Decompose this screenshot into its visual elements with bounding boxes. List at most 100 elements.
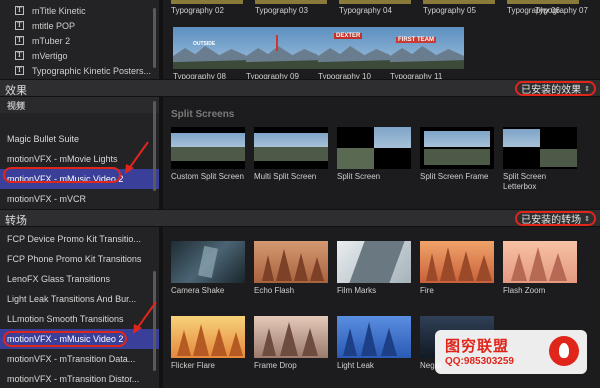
thumbnail-label: Fire [420, 286, 434, 295]
effect-thumbnail[interactable]: Split Screen Frame [420, 127, 494, 182]
thumbnail-image [171, 316, 245, 358]
title-thumbnail[interactable]: DEXTER Typography 10 [318, 27, 392, 80]
transition-thumbnail[interactable]: Flash Zoom [503, 241, 577, 296]
thumbnail-label: Multi Split Screen [254, 172, 317, 181]
thumbnail-label: Split Screen [337, 172, 381, 181]
thumbnail-top-edge [339, 0, 411, 4]
title-icon: T [15, 36, 24, 45]
titles-list-item[interactable]: T Typographic Kinetic Posters... [0, 63, 159, 78]
annotation-arrow-icon [125, 141, 149, 174]
installed-effects-label: 已安装的效果 [521, 85, 582, 96]
transition-thumbnail[interactable]: Light Leak [337, 316, 411, 371]
thumbnail-overlay-graphic [276, 35, 290, 51]
installed-transitions-label: 已安装的转场 [521, 215, 582, 226]
thumbnail-image: FIRST TEAM [390, 27, 464, 69]
thumbnail-image [337, 127, 411, 169]
thumbnail-image [246, 27, 320, 69]
effects-category-item[interactable]: motionVFX - mVCR [0, 189, 159, 209]
transition-thumbnail[interactable]: Frame Drop [254, 316, 328, 371]
installed-effects-dropdown[interactable]: 已安装的效果 ⇕ [515, 81, 596, 96]
transition-thumbnail[interactable]: Film Marks [337, 241, 411, 296]
split-panel [171, 133, 245, 147]
titles-list-item[interactable]: TmVertigo [0, 48, 159, 63]
thumbnail-image [254, 127, 328, 169]
title-thumbnail[interactable]: Typography 09 [246, 27, 320, 80]
thumbnail-label: Typography 07 [535, 6, 588, 15]
thumbnail-top-edge [423, 0, 495, 4]
transitions-category-item[interactable]: motionVFX - mTransition Data... [0, 349, 159, 369]
thumbnail-label: Flicker Flare [171, 361, 216, 370]
flame-icon [559, 343, 569, 358]
thumbnail-label: Frame Drop [254, 361, 297, 370]
effects-section-title: 效果 [5, 85, 27, 97]
titles-list-item-label: mtitle POP [32, 20, 76, 31]
split-panel [171, 147, 245, 161]
watermark-logo-icon [549, 336, 579, 366]
annotation-arrow-icon [133, 301, 157, 334]
title-icon: T [15, 51, 24, 60]
transition-thumbnail[interactable]: Flicker Flare [171, 316, 245, 371]
titles-list-item-label: mTitle Kinetic [32, 5, 86, 16]
thumbnail-image [254, 241, 328, 283]
effect-thumbnail[interactable]: Split Screen [337, 127, 411, 182]
thumbnail-image [420, 241, 494, 283]
thumbnail-top-edge [507, 0, 579, 4]
thumbnail-label: Typography 05 [423, 6, 476, 15]
transitions-category-item[interactable]: FCP Phone Promo Kit Transitions [0, 249, 159, 269]
thumbnail-figure [198, 245, 218, 279]
title-icon: T [15, 6, 24, 15]
effect-thumbnail[interactable]: Split Screen Letterbox [503, 127, 577, 192]
thumbnail-image: OUTSIDE [173, 27, 247, 69]
effects-list-scrollbar[interactable] [153, 101, 156, 191]
title-icon: T [15, 21, 24, 30]
thumbnail-label: Light Leak [337, 361, 374, 370]
effects-section-bar: 效果 已安装的效果 ⇕ [0, 79, 600, 97]
title-icon: T [15, 66, 24, 75]
thumbnail-image [337, 241, 411, 283]
title-thumbnail[interactable]: OUTSIDE Typography 08 [173, 27, 247, 80]
thumbnail-label: Flash Zoom [503, 286, 546, 295]
effect-thumbnail[interactable]: Custom Split Screen [171, 127, 245, 182]
transitions-category-item[interactable]: motionVFX - mTransition Distor... [0, 369, 159, 388]
transition-thumbnail[interactable]: Echo Flash [254, 241, 328, 296]
thumbnail-label: Split Screen Frame [420, 172, 489, 181]
split-panel [374, 127, 411, 148]
titles-list-item-label: mTuber 2 [32, 35, 71, 46]
transitions-section-bar: 转场 已安装的转场 ⇕ [0, 209, 600, 227]
titles-list-item[interactable]: Tmtitle POP [0, 18, 159, 33]
thumbnail-top-edge [171, 0, 243, 4]
thumbnail-top-edge [255, 0, 327, 4]
thumbnail-label: Camera Shake [171, 286, 225, 295]
thumbnail-image: DEXTER [318, 27, 392, 69]
split-panel [254, 147, 328, 161]
installed-transitions-dropdown[interactable]: 已安装的转场 ⇕ [515, 211, 596, 226]
transition-thumbnail[interactable]: Fire [420, 241, 494, 296]
split-panel [337, 148, 374, 169]
thumbnail-label: Split Screen Letterbox [503, 172, 547, 191]
titles-list: TmTitle Kinetic Tmtitle POP TmTuber 2 Tm… [0, 0, 159, 80]
thumbnail-image [171, 127, 245, 169]
thumbnail-label: Echo Flash [254, 286, 295, 295]
thumbnail-figure [349, 241, 405, 283]
transitions-category-item[interactable]: LenoFX Glass Transitions [0, 269, 159, 289]
effects-thumbnail-grid: Split Screens Custom Split Screen Multi … [163, 97, 600, 209]
thumbnail-overlay-text: FIRST TEAM [396, 37, 436, 43]
titles-list-item-label: Typographic Kinetic Posters... [32, 65, 152, 76]
transitions-category-item[interactable]: FCP Device Promo Kit Transitio... [0, 229, 159, 249]
effects-category-header: 视频 [0, 97, 159, 113]
split-panel [540, 149, 577, 167]
thumbnail-image [420, 127, 494, 169]
titles-list-scrollbar[interactable] [153, 8, 156, 68]
selection-highlight-ring [3, 331, 127, 347]
title-thumbnail[interactable]: FIRST TEAM Typography 11 [390, 27, 464, 80]
transition-thumbnail[interactable]: Camera Shake [171, 241, 245, 296]
thumbnail-overlay-text: OUTSIDE [193, 41, 216, 47]
thumbnail-label: Custom Split Screen [171, 172, 244, 181]
chevron-updown-icon: ⇕ [584, 215, 590, 223]
watermark-qq: QQ:985303259 [445, 356, 514, 367]
effect-thumbnail[interactable]: Multi Split Screen [254, 127, 328, 182]
thumbnail-image [254, 316, 328, 358]
selection-highlight-ring [3, 167, 121, 183]
titles-list-item[interactable]: TmTuber 2 [0, 33, 159, 48]
titles-list-item[interactable]: TmTitle Kinetic [0, 3, 159, 18]
